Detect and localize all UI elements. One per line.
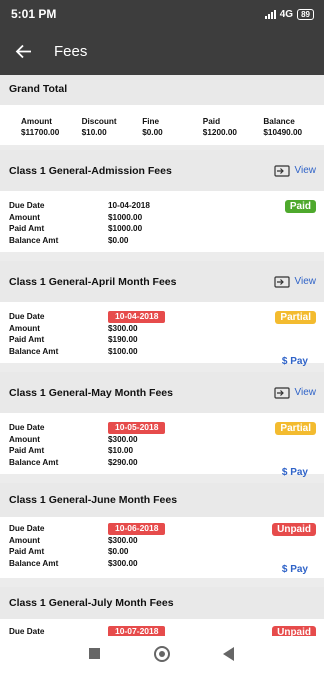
battery-icon: 89 [297,8,314,20]
app-bar: Fees [0,28,324,75]
status-badge: Partial [275,422,316,435]
fee-card-header: Class 1 General-July Month Fees [0,587,324,619]
fee-card-header: Class 1 General-Admission Fees View [0,150,324,191]
receipt-view-icon [273,386,290,399]
page-title: Fees [54,43,88,60]
due-date: 10-04-2018 [108,311,166,323]
fee-title: Class 1 General-July Month Fees [9,597,174,609]
balance-amount: $100.00 [108,346,138,356]
back-arrow-icon [15,44,31,59]
fee-details: Due Date 10-06-2018 Amount $300.00 Paid Am… [9,523,229,569]
amount: $300.00 [108,434,138,444]
summary-discount: Discount $10.00 [81,117,117,137]
status-badge: Unpaid [272,626,316,636]
status-badge: Unpaid [272,523,316,536]
paid-amount: $1000.00 [108,224,143,233]
amount: $300.00 [108,535,138,545]
fee-card-header: Class 1 General-April Month Fees View [0,261,324,302]
balance-amount: $290.00 [108,457,138,467]
due-date: 10-05-2018 [108,422,166,434]
view-label: View [294,276,317,287]
fee-details: Due Date 10-07-2018 [9,626,229,636]
receipt-view-icon [273,275,290,288]
paid-amount: $10.00 [108,446,134,455]
view-label: View [294,387,317,398]
due-date: 10-04-2018 [108,201,150,210]
fee-card-july: Class 1 General-July Month Fees Due Date… [0,587,324,636]
recents-icon[interactable] [89,648,100,659]
fee-title: Class 1 General-May Month Fees [9,386,173,399]
back-button[interactable] [0,28,46,75]
status-badge: Paid [284,200,316,213]
pay-button[interactable]: $ Pay [282,356,308,367]
view-label: View [294,165,317,176]
amount: $1000.00 [108,212,143,222]
status-bar: 5:01 PM 4G 89 [0,0,324,28]
paid-amount: $190.00 [108,335,138,344]
pay-button[interactable]: $ Pay [282,467,308,478]
status-time: 5:01 PM [11,7,57,21]
view-button[interactable]: View [273,386,317,399]
view-button[interactable]: View [273,164,317,177]
summary-amount: Amount $11700.00 [21,117,60,137]
fee-title: Class 1 General-Admission Fees [9,164,172,177]
fee-title: Class 1 General-April Month Fees [9,275,177,288]
home-icon[interactable] [154,646,170,662]
status-indicators: 4G 89 [264,8,314,20]
summary-paid: Paid $1200.00 [202,117,237,137]
fee-title: Class 1 General-June Month Fees [9,494,178,506]
due-date: 10-07-2018 [108,626,166,636]
status-badge: Partial [275,311,316,324]
balance-amount: $0.00 [108,235,129,245]
pay-button[interactable]: $ Pay [282,564,308,575]
fees-list[interactable]: Grand Total Amount $11700.00 Discount $10.… [0,75,324,636]
due-date: 10-06-2018 [108,523,166,535]
amount: $300.00 [108,323,138,333]
fee-card-june: Class 1 General-June Month Fees Due Date… [0,483,324,578]
fee-card-admission: Class 1 General-Admission Fees View Due … [0,150,324,252]
back-triangle-icon[interactable] [223,647,234,661]
fee-details: Due Date 10-04-2018 Amount $1000.00 Paid A… [9,201,150,245]
summary-balance: Balance $10490.00 [263,117,303,137]
network-type: 4G [279,8,294,20]
signal-icon [264,9,276,19]
balance-amount: $300.00 [108,558,138,568]
fee-card-header: Class 1 General-May Month Fees View [0,372,324,413]
receipt-view-icon [273,164,290,177]
grand-total-title: Grand Total [0,75,324,105]
paid-amount: $0.00 [108,547,129,556]
fee-details: Due Date 10-05-2018 Amount $300.00 Paid Am… [9,422,229,468]
grand-total-card: Grand Total Amount $11700.00 Discount $10.… [0,75,324,145]
system-nav-bar [0,636,324,674]
fee-card-may: Class 1 General-May Month Fees View Due … [0,372,324,478]
fee-card-april: Class 1 General-April Month Fees View Du… [0,261,324,367]
summary-fine: Fine $0.00 [142,117,163,137]
grand-total-summary: Amount $11700.00 Discount $10.00 Fine $0.00… [0,116,324,138]
view-button[interactable]: View [273,275,317,288]
fee-details: Due Date 10-04-2018 Amount $300.00 Paid Am… [9,311,229,357]
fee-card-header: Class 1 General-June Month Fees [0,483,324,517]
